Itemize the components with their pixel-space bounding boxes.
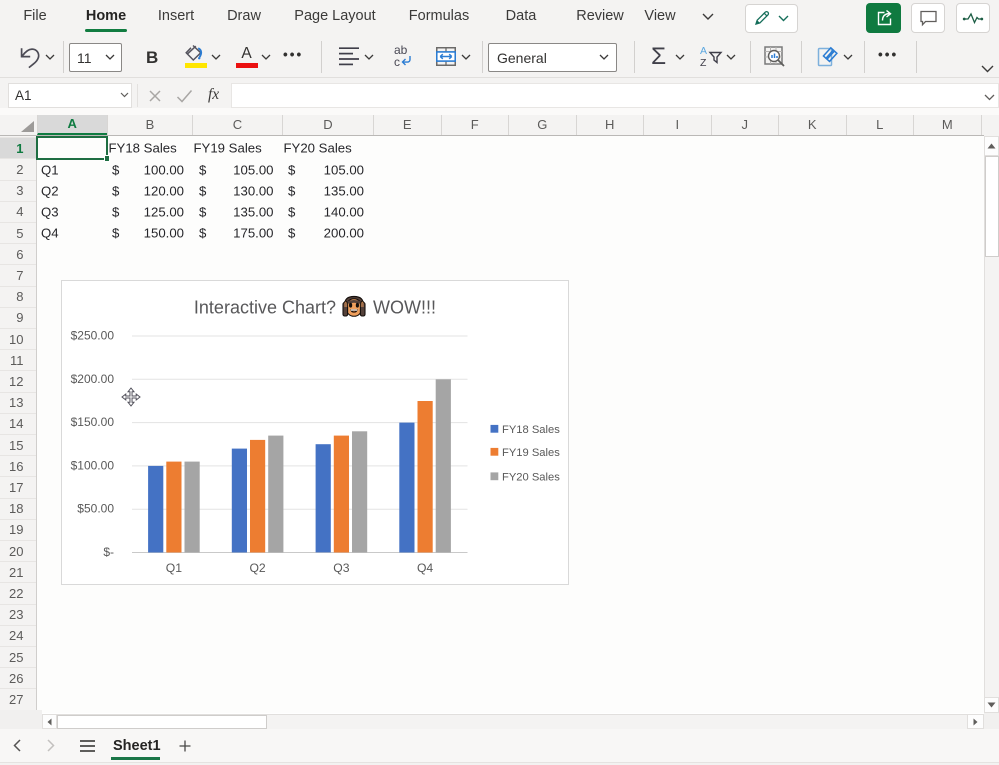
svg-text:$50.00: $50.00 — [77, 502, 114, 516]
svg-text:FY20 Sales: FY20 Sales — [502, 471, 560, 483]
svg-text:A: A — [700, 45, 707, 57]
svg-text:$250.00: $250.00 — [71, 329, 115, 343]
svg-text:Z: Z — [700, 57, 707, 67]
svg-text:$100.00: $100.00 — [71, 458, 115, 472]
svg-text:$200.00: $200.00 — [71, 372, 115, 386]
svg-text:Q3: Q3 — [333, 561, 349, 575]
svg-text:Q4: Q4 — [417, 561, 433, 575]
svg-text:c: c — [394, 55, 400, 68]
svg-text:Q1: Q1 — [166, 561, 182, 575]
svg-text:$150.00: $150.00 — [71, 415, 115, 429]
svg-text:WOW!!!: WOW!!! — [373, 298, 436, 318]
svg-text:FY19 Sales: FY19 Sales — [502, 447, 560, 459]
svg-text:Interactive Chart?: Interactive Chart? — [194, 298, 336, 318]
svg-text:FY18 Sales: FY18 Sales — [502, 424, 560, 436]
svg-text:Q2: Q2 — [249, 561, 265, 575]
svg-text:$-: $- — [103, 545, 114, 559]
